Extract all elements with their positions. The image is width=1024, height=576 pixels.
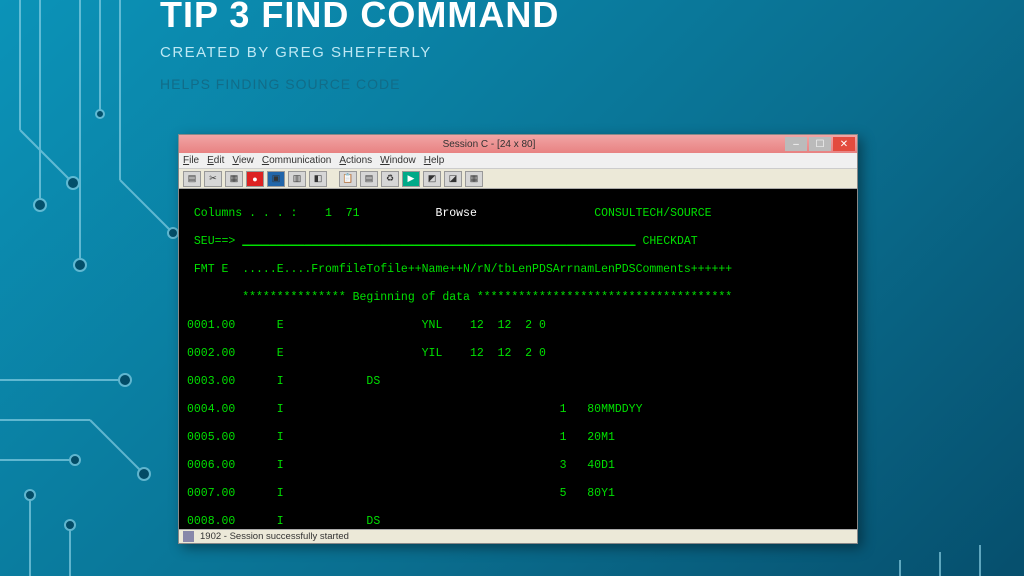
- source-line: 0008.00 I DS: [187, 515, 849, 529]
- slide-title: TIP 3 FIND COMMAND: [160, 0, 559, 36]
- toolbar-button[interactable]: ✂: [204, 171, 222, 187]
- source-line: 0003.00 I DS: [187, 375, 849, 389]
- window-title: Session C - [24 x 80]: [193, 139, 785, 150]
- source-line: 0006.00 I 3 40D1: [187, 459, 849, 473]
- toolbar-button[interactable]: 📋: [339, 171, 357, 187]
- menu-window[interactable]: Window: [380, 155, 416, 166]
- minimize-button[interactable]: –: [785, 137, 807, 151]
- toolbar: ▤ ✂ ▦ ● ▣ ▥ ◧ 📋 ▤ ♻ ▶ ◩ ◪ ▦: [179, 169, 857, 189]
- toolbar-button[interactable]: ◧: [309, 171, 327, 187]
- fmt-line: FMT E .....E....FromfileTofile++Name++N/…: [187, 263, 849, 277]
- toolbar-button[interactable]: ◩: [423, 171, 441, 187]
- toolbar-button[interactable]: ▶: [402, 171, 420, 187]
- source-line: 0007.00 I 5 80Y1: [187, 487, 849, 501]
- begin-data-line: *************** Beginning of data ******…: [187, 291, 849, 305]
- menu-communication[interactable]: Communication: [262, 155, 332, 166]
- title-bar[interactable]: Session C - [24 x 80] – ☐ ✕: [179, 135, 857, 153]
- toolbar-button[interactable]: ◪: [444, 171, 462, 187]
- source-line: 0002.00 E YIL 12 12 2 0: [187, 347, 849, 361]
- toolbar-button[interactable]: ♻: [381, 171, 399, 187]
- menu-view[interactable]: View: [232, 155, 254, 166]
- menu-help[interactable]: Help: [424, 155, 445, 166]
- browse-mode: Browse: [435, 207, 476, 221]
- toolbar-button[interactable]: ▦: [225, 171, 243, 187]
- seu-prompt: SEU==>: [187, 235, 242, 249]
- toolbar-button[interactable]: ▣: [267, 171, 285, 187]
- menu-edit[interactable]: Edit: [207, 155, 224, 166]
- terminal-screen[interactable]: Columns . . . : 1 71 Browse CONSULTECH/S…: [179, 189, 857, 529]
- source-line: 0004.00 I 1 80MMDDYY: [187, 403, 849, 417]
- menu-actions[interactable]: Actions: [339, 155, 372, 166]
- toolbar-button[interactable]: ▤: [183, 171, 201, 187]
- seu-command-input[interactable]: ________________________________________…: [242, 235, 635, 249]
- status-icon: [183, 531, 194, 542]
- source-line: 0001.00 E YNL 12 12 2 0: [187, 319, 849, 333]
- member-name: CHECKDAT: [636, 235, 698, 249]
- menu-bar: File Edit View Communication Actions Win…: [179, 153, 857, 169]
- slide-description: HELPS FINDING SOURCE CODE: [160, 76, 400, 92]
- toolbar-button[interactable]: ▥: [288, 171, 306, 187]
- toolbar-button[interactable]: ▤: [360, 171, 378, 187]
- menu-file[interactable]: File: [183, 155, 199, 166]
- toolbar-button[interactable]: ●: [246, 171, 264, 187]
- source-line: 0005.00 I 1 20M1: [187, 431, 849, 445]
- toolbar-button[interactable]: ▦: [465, 171, 483, 187]
- terminal-window: Session C - [24 x 80] – ☐ ✕ File Edit Vi…: [178, 134, 858, 544]
- status-bar: 1902 - Session successfully started: [179, 529, 857, 543]
- library-member: CONSULTECH/SOURCE: [477, 207, 712, 221]
- columns-label: Columns . . . : 1 71: [187, 207, 435, 221]
- status-text: 1902 - Session successfully started: [200, 531, 349, 542]
- close-button[interactable]: ✕: [833, 137, 855, 151]
- maximize-button[interactable]: ☐: [809, 137, 831, 151]
- slide-subtitle: CREATED BY GREG SHEFFERLY: [160, 44, 432, 61]
